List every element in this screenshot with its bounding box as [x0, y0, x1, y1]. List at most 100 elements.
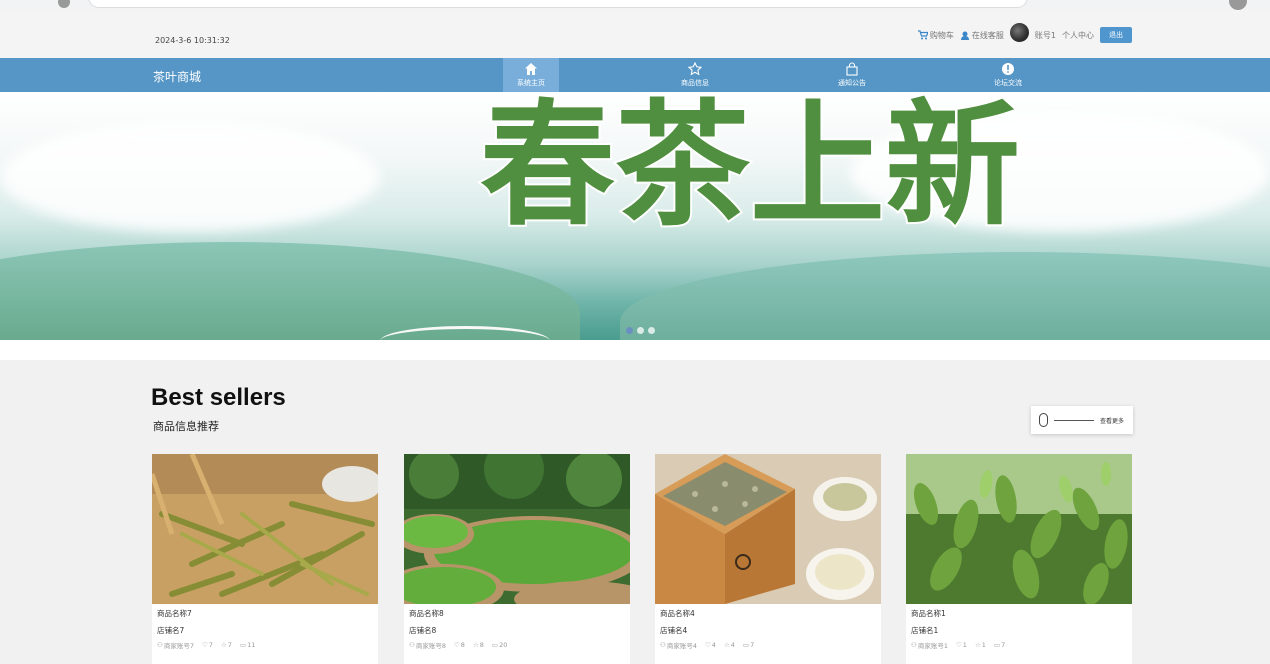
cart-label: 购物车 [929, 30, 954, 40]
current-datetime: 2024-3-6 10:31:32 [155, 36, 230, 45]
carousel-dots [626, 327, 655, 334]
nav-item-label: 商品信息 [681, 79, 709, 87]
mouse-icon [1039, 413, 1048, 427]
comment-icon: ▭ [491, 641, 499, 649]
star-icon: ☆ [723, 641, 730, 649]
merchant: ⚇ 商家账号7 [157, 641, 194, 650]
product-meta: ⚇ 商家账号4 ♡ 4 ☆ 4 ▭ 7 [660, 640, 754, 650]
comments: ▭ 7 [993, 641, 1006, 649]
comments: ▭ 20 [491, 641, 508, 649]
merchant: ⚇ 商家账号4 [660, 641, 697, 650]
thumbs-up-icon: ♡ [704, 641, 711, 649]
shop-name: 店铺名4 [660, 626, 688, 635]
product-name: 商品名称8 [409, 609, 444, 618]
product-name: 商品名称7 [157, 609, 192, 618]
shop-name: 店铺名1 [911, 626, 939, 635]
view-more-label: 查看更多 [1100, 417, 1125, 425]
shop-name: 店铺名8 [409, 626, 437, 635]
nav-item-products[interactable]: 商品信息 [667, 58, 723, 92]
nav-item-label: 系统主页 [517, 79, 545, 87]
user-icon: ⚇ [660, 641, 666, 649]
browser-chrome [0, 0, 1270, 10]
carousel-dot[interactable] [637, 327, 644, 334]
slogan-text: 春茶上新 [480, 92, 1020, 242]
divider-line [1054, 419, 1094, 421]
section-divider [0, 340, 1270, 360]
avatar[interactable] [1009, 22, 1029, 42]
top-bar: 2024-3-6 10:31:32 购物车 在线客服 账号1 个人中心 退出 [0, 10, 1270, 58]
merchant: ⚇ 商家账号1 [911, 641, 948, 650]
thumbs-up-icon: ♡ [201, 641, 208, 649]
bag-icon [846, 62, 858, 76]
user-icon: ⚇ [409, 641, 415, 649]
likes: ♡ 7 [201, 641, 213, 649]
shop-name: 店铺名7 [157, 626, 185, 635]
favorites: ☆ 7 [220, 641, 232, 649]
user-icon: ⚇ [157, 641, 163, 649]
nav-item-notices[interactable]: 通知公告 [824, 58, 880, 92]
likes: ♡ 4 [704, 641, 716, 649]
likes: ♡ 8 [453, 641, 465, 649]
section-subtitle: 商品信息推荐 [153, 420, 219, 433]
nav-item-forum[interactable]: 论坛交流 [980, 58, 1036, 92]
comment-icon: ▭ [742, 641, 750, 649]
banner-cloud [0, 122, 380, 232]
cart-icon [917, 30, 928, 40]
comments: ▭ 7 [742, 641, 755, 649]
product-card[interactable]: 商品名称4 店铺名4 ⚇ 商家账号4 ♡ 4 ☆ 4 ▭ 7 [655, 454, 881, 664]
nav-item-label: 论坛交流 [994, 79, 1022, 87]
star-icon [688, 62, 702, 76]
username: 账号1 [1034, 30, 1056, 40]
favorites: ☆ 1 [974, 641, 986, 649]
view-more-button[interactable]: 查看更多 [1031, 406, 1133, 434]
thumbs-up-icon: ♡ [955, 641, 962, 649]
service-label: 在线客服 [971, 30, 1004, 40]
comments: ▭ 11 [239, 641, 256, 649]
merchant: ⚇ 商家账号8 [409, 641, 446, 650]
likes: ♡ 1 [955, 641, 967, 649]
comment-icon: ▭ [993, 641, 1001, 649]
product-meta: ⚇ 商家账号7 ♡ 7 ☆ 7 ▭ 11 [157, 640, 255, 650]
headset-icon [960, 31, 969, 40]
nav-item-home[interactable]: 系统主页 [503, 58, 559, 92]
product-name: 商品名称1 [911, 609, 946, 618]
browser-menu-icon[interactable] [58, 0, 70, 8]
product-image [655, 454, 881, 604]
main-nav: 茶叶商城 系统主页 商品信息 通知公告 论坛交流 [0, 58, 1270, 92]
nav-item-label: 通知公告 [838, 79, 866, 87]
product-card[interactable]: 商品名称1 店铺名1 ⚇ 商家账号1 ♡ 1 ☆ 1 ▭ 7 [906, 454, 1132, 664]
user-links: 购物车 在线客服 账号1 个人中心 退出 [917, 22, 1132, 46]
product-image [906, 454, 1132, 604]
star-icon: ☆ [472, 641, 479, 649]
product-card[interactable]: 商品名称7 店铺名7 ⚇ 商家账号7 ♡ 7 ☆ 7 ▭ 11 [152, 454, 378, 664]
address-bar[interactable] [88, 0, 1028, 8]
thumbs-up-icon: ♡ [453, 641, 460, 649]
banner-hill [0, 242, 580, 340]
user-icon: ⚇ [911, 641, 917, 649]
alert-icon [1002, 63, 1014, 75]
comment-icon: ▭ [239, 641, 247, 649]
profile-icon[interactable] [1229, 0, 1247, 10]
product-image [404, 454, 630, 604]
carousel-dot[interactable] [626, 327, 633, 334]
hero-banner[interactable]: 春茶上新 [0, 92, 1270, 340]
carousel-dot[interactable] [648, 327, 655, 334]
favorites: ☆ 8 [472, 641, 484, 649]
product-image [152, 454, 378, 604]
profile-link[interactable]: 个人中心 [1062, 30, 1094, 41]
product-meta: ⚇ 商家账号8 ♡ 8 ☆ 8 ▭ 20 [409, 640, 507, 650]
favorites: ☆ 4 [723, 641, 735, 649]
banner-hill [620, 252, 1270, 340]
product-meta: ⚇ 商家账号1 ♡ 1 ☆ 1 ▭ 7 [911, 640, 1005, 650]
star-icon: ☆ [974, 641, 981, 649]
product-card[interactable]: 商品名称8 店铺名8 ⚇ 商家账号8 ♡ 8 ☆ 8 ▭ 20 [404, 454, 630, 664]
star-icon: ☆ [220, 641, 227, 649]
banner-slogan: 春茶上新 [478, 92, 1022, 242]
logout-button[interactable]: 退出 [1100, 27, 1132, 43]
home-icon [525, 63, 537, 75]
service-link[interactable]: 在线客服 [960, 30, 1004, 41]
section-title: Best sellers [151, 384, 286, 411]
cart-link[interactable]: 购物车 [917, 30, 954, 41]
product-name: 商品名称4 [660, 609, 695, 618]
site-brand[interactable]: 茶叶商城 [153, 68, 201, 85]
